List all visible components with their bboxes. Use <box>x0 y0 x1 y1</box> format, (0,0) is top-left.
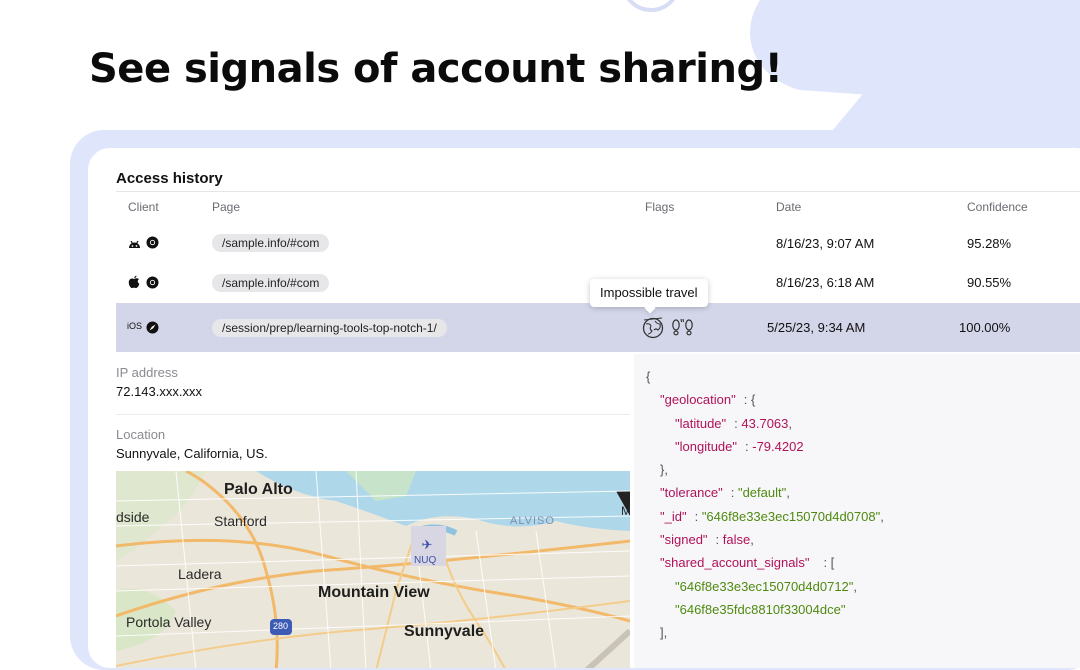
json-line: "longitude": -79.4202 <box>675 438 804 454</box>
json-line: "shared_account_signals": [ <box>660 555 835 571</box>
json-line: "646f8e33e3ec15070d4d0712", <box>675 578 858 594</box>
json-line: "_id": "646f8e33e3ec15070d4d0708", <box>660 508 884 524</box>
map-label: dside <box>116 509 150 525</box>
row-date: 8/16/23, 9:07 AM <box>776 236 875 251</box>
json-line: }, <box>660 462 668 478</box>
map-label: NUQ <box>414 555 437 566</box>
location-value: Sunnyvale, California, US. <box>116 446 268 461</box>
globe-travel-icon[interactable] <box>641 315 665 344</box>
column-header-flags[interactable]: Flags <box>645 200 674 214</box>
panel-title: Access history <box>116 170 223 187</box>
chrome-icon <box>146 276 159 294</box>
location-map[interactable]: ✈ Palo Alto Stanford dside Ladera Mounta… <box>116 471 630 668</box>
row-confidence: 95.28% <box>967 236 1012 251</box>
map-label: ALVISO <box>510 515 555 527</box>
page-path-pill[interactable]: /sample.info/#com <box>212 234 330 252</box>
map-label: Sunnyvale <box>404 623 485 640</box>
svg-text:✈: ✈ <box>422 538 433 553</box>
map-label: M <box>621 504 630 518</box>
json-line: "tolerance": "default", <box>660 485 790 501</box>
flag-tooltip: Impossible travel <box>590 279 708 307</box>
ios-label: iOS <box>127 321 143 331</box>
table-row[interactable]: /sample.info/#com 8/16/23, 9:07 AM 95.28… <box>116 223 1080 263</box>
ip-address-value: 72.143.xxx.xxx <box>116 384 202 399</box>
location-label: Location <box>116 427 166 442</box>
map-label: 280 <box>273 621 289 631</box>
footsteps-icon[interactable] <box>669 317 697 342</box>
row-confidence: 100.00% <box>959 320 1011 335</box>
json-line: ], <box>660 625 668 641</box>
json-line: "latitude": 43.7063, <box>675 415 793 431</box>
title-divider <box>116 191 1080 192</box>
android-icon <box>128 237 141 255</box>
column-header-confidence[interactable]: Confidence <box>967 200 1028 214</box>
map-label: Portola Valley <box>126 614 212 630</box>
map-label: Ladera <box>178 566 222 582</box>
json-line: { <box>646 369 651 384</box>
json-viewer[interactable]: { "geolocation": { "latitude": 43.7063, … <box>634 354 1080 668</box>
chrome-icon <box>146 236 159 254</box>
page-path-pill[interactable]: /session/prep/learning-tools-top-notch-1… <box>212 319 447 337</box>
column-header-page[interactable]: Page <box>212 200 240 214</box>
safari-icon <box>146 321 159 339</box>
column-header-client[interactable]: Client <box>128 200 159 214</box>
json-line: "signed": false, <box>660 532 754 548</box>
page-path-pill[interactable]: /sample.info/#com <box>212 274 330 292</box>
map-label: Mountain View <box>318 584 430 601</box>
row-date: 5/25/23, 9:34 AM <box>767 320 866 335</box>
row-date: 8/16/23, 6:18 AM <box>776 275 875 290</box>
details-divider <box>116 414 630 415</box>
table-row-selected[interactable]: iOS /session/prep/learning-tools-top-not… <box>116 303 1080 352</box>
headline: See signals of account sharing! <box>89 46 783 92</box>
map-label: Palo Alto <box>224 481 293 498</box>
column-header-date[interactable]: Date <box>776 200 801 214</box>
access-history-panel: Access history Client Page Flags Date Co… <box>88 148 1080 668</box>
apple-icon <box>128 275 140 294</box>
json-line: "geolocation": { <box>660 392 756 408</box>
ip-address-label: IP address <box>116 365 178 380</box>
json-line: "646f8e35fdc8810f33004dce" <box>675 601 846 617</box>
row-confidence: 90.55% <box>967 275 1012 290</box>
map-label: Stanford <box>214 513 267 529</box>
